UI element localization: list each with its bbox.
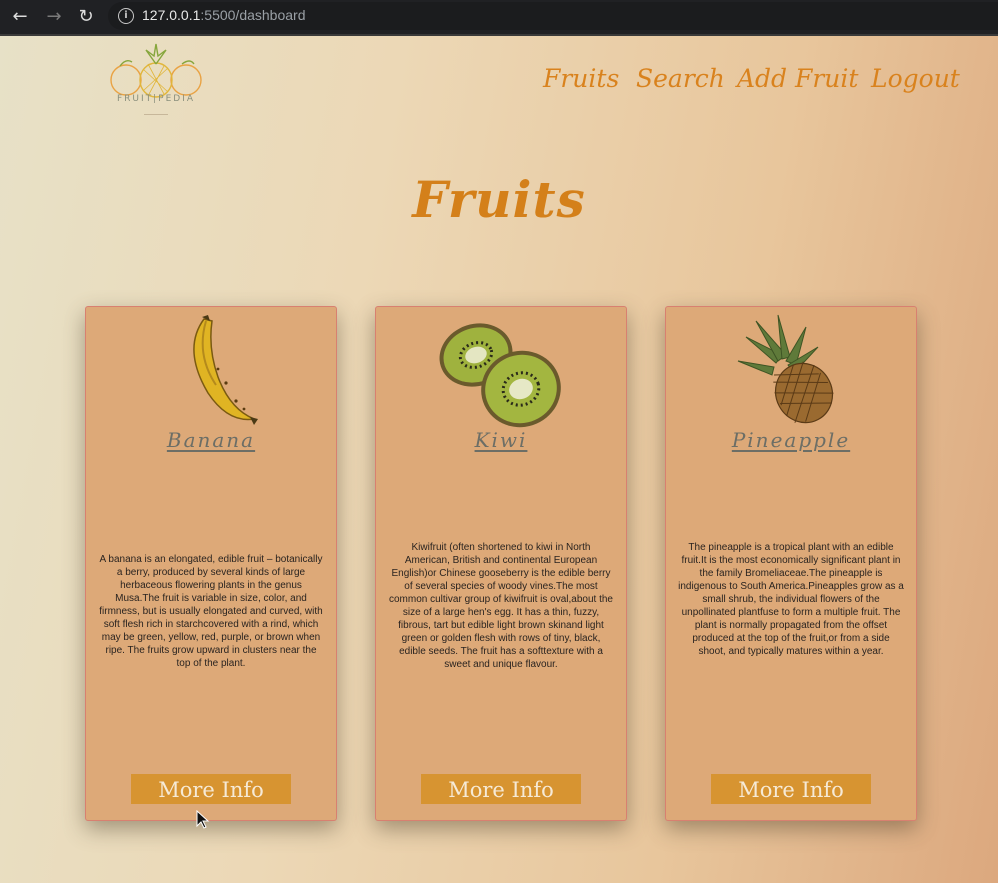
- fruit-card-pineapple: Pineapple The pineapple is a tropical pl…: [665, 306, 917, 821]
- logo-text: FRUIT|PEDIA: [116, 94, 196, 104]
- page-title: Fruits: [412, 170, 586, 229]
- reload-icon[interactable]: ↻: [74, 5, 98, 29]
- fruit-description: A banana is an elongated, edible fruit –…: [99, 554, 323, 669]
- nav-logout[interactable]: Logout: [871, 64, 960, 93]
- browser-toolbar: ← → ↻ i 127.0.0.1:5500/dashboard: [0, 0, 998, 36]
- back-arrow-icon[interactable]: ←: [8, 5, 32, 29]
- kiwi-image: [439, 323, 561, 428]
- more-info-button[interactable]: More Info: [131, 774, 291, 804]
- nav-fruits[interactable]: Fruits: [543, 64, 619, 93]
- nav-add-fruit[interactable]: Add Fruit: [737, 64, 858, 93]
- forward-arrow-icon[interactable]: →: [42, 5, 66, 29]
- page: FRUIT|PEDIA Fruits Search Add Fruit Logo…: [0, 36, 998, 883]
- fruit-name-link[interactable]: Pineapple: [666, 428, 916, 452]
- fruit-logo-icon: [110, 43, 202, 98]
- fruit-card-banana: Banana A banana is an elongated, edible …: [85, 306, 337, 821]
- banana-image: [193, 315, 258, 425]
- url-text: 127.0.0.1:5500/dashboard: [142, 7, 306, 23]
- nav-search[interactable]: Search: [636, 64, 725, 93]
- fruitipedia-logo[interactable]: FRUIT|PEDIA: [100, 42, 212, 122]
- more-info-button[interactable]: More Info: [711, 774, 871, 804]
- logo-divider: [144, 114, 168, 115]
- info-icon[interactable]: i: [118, 8, 134, 24]
- fruit-description: Kiwifruit (often shortened to kiwi in No…: [389, 542, 613, 670]
- more-info-button[interactable]: More Info: [421, 774, 581, 804]
- fruit-card-kiwi: Kiwi Kiwifruit (often shortened to kiwi …: [375, 306, 627, 821]
- mouse-cursor-icon: [196, 810, 210, 829]
- fruit-description: The pineapple is a tropical plant with a…: [678, 542, 904, 657]
- fruit-name-link[interactable]: Kiwi: [376, 428, 626, 452]
- pineapple-image: [737, 314, 834, 424]
- fruit-name-link[interactable]: Banana: [86, 428, 336, 452]
- address-bar[interactable]: i 127.0.0.1:5500/dashboard: [108, 2, 998, 30]
